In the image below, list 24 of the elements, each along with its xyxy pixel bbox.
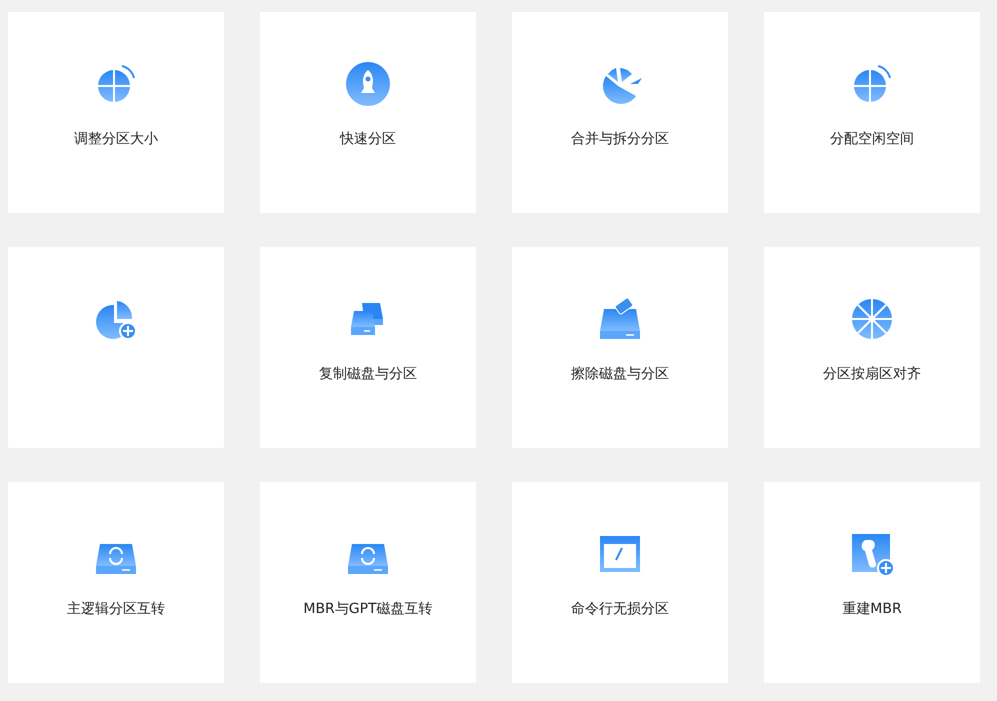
feature-card[interactable]: 快速分区 (260, 12, 476, 213)
feature-card[interactable]: MBR与GPT磁盘互转 (260, 482, 476, 683)
feature-card[interactable]: 合并与拆分分区 (512, 12, 728, 213)
feature-label: 快速分区 (340, 130, 396, 148)
feature-card[interactable]: 命令行无损分区 (512, 482, 728, 683)
feature-label: 主逻辑分区互转 (67, 600, 165, 618)
feature-label: 擦除磁盘与分区 (571, 365, 669, 383)
feature-label: 合并与拆分分区 (571, 130, 669, 148)
feature-label: 重建MBR (842, 600, 902, 618)
feature-card[interactable] (8, 247, 224, 448)
feature-card[interactable]: 分配空闲空间 (764, 12, 980, 213)
feature-card[interactable]: 主逻辑分区互转 (8, 482, 224, 683)
feature-card[interactable]: 复制磁盘与分区 (260, 247, 476, 448)
feature-label: 分区按扇区对齐 (823, 365, 921, 383)
feature-label: 分配空闲空间 (830, 130, 914, 148)
feature-label: 调整分区大小 (74, 130, 158, 148)
rocket-icon (344, 60, 392, 108)
feature-label: 复制磁盘与分区 (319, 365, 417, 383)
feature-label: 命令行无损分区 (571, 600, 669, 618)
feature-card[interactable]: 重建MBR (764, 482, 980, 683)
feature-label: MBR与GPT磁盘互转 (303, 600, 433, 618)
feature-card[interactable]: 调整分区大小 (8, 12, 224, 213)
feature-card[interactable]: 擦除磁盘与分区 (512, 247, 728, 448)
feature-card[interactable]: 分区按扇区对齐 (764, 247, 980, 448)
